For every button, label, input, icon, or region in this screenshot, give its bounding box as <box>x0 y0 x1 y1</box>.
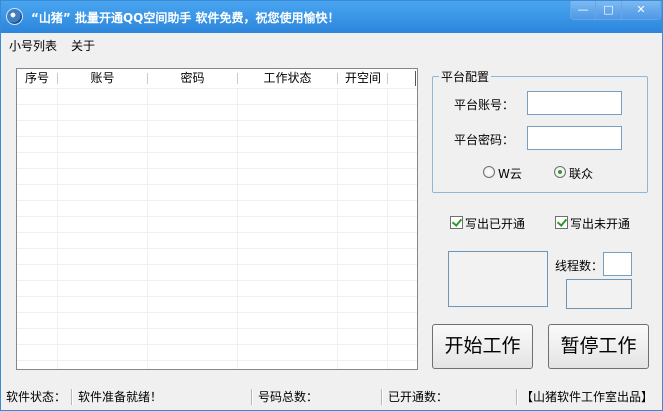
status-credit: 【山猪软件工作室出品】 <box>521 390 654 404</box>
write-unopened-label[interactable]: 写出未开通 <box>570 215 630 232</box>
status-state-value: 软件准备就绪！ <box>78 390 163 404</box>
threads-panel <box>566 279 632 309</box>
pause-work-button[interactable]: 暂停工作 <box>548 324 649 369</box>
title-bar[interactable]: “山猪” 批量开通QQ空间助手 软件免费，祝您使用愉快！ — □ ✕ <box>1 1 662 33</box>
threads-label: 线程数： <box>555 259 604 273</box>
menu-account-list[interactable]: 小号列表 <box>9 37 57 54</box>
platform-password-label: 平台密码： <box>454 133 515 147</box>
grid-line <box>237 88 238 369</box>
grid-line <box>147 88 148 369</box>
platform-password-input[interactable] <box>527 126 622 150</box>
minimize-button[interactable]: — <box>570 1 596 20</box>
write-opened-checkbox[interactable] <box>450 216 463 229</box>
status-total-label: 号码总数： <box>258 390 319 404</box>
status-divider <box>381 389 383 405</box>
table-body[interactable] <box>17 88 417 369</box>
radio-wyun[interactable] <box>483 166 495 178</box>
threads-input[interactable] <box>603 252 632 276</box>
grid-line <box>387 88 388 369</box>
write-unopened-checkbox[interactable] <box>555 216 568 229</box>
radio-lianzhong-label[interactable]: 联众 <box>569 165 593 182</box>
grid-line <box>57 88 58 369</box>
header-scroll-edge <box>415 71 416 86</box>
account-table[interactable]: 序号 账号 密码 工作状态 开空间 <box>16 68 418 370</box>
radio-wyun-label[interactable]: W云 <box>498 165 522 182</box>
app-logo-icon <box>6 8 23 25</box>
col-index[interactable]: 序号 <box>17 69 57 88</box>
close-button[interactable]: ✕ <box>621 1 661 20</box>
write-opened-label[interactable]: 写出已开通 <box>465 215 525 232</box>
maximize-button[interactable]: □ <box>595 1 622 20</box>
platform-account-input[interactable] <box>527 91 622 115</box>
info-panel <box>448 251 548 307</box>
menu-about[interactable]: 关于 <box>71 37 95 54</box>
status-state-label: 软件状态： <box>6 390 67 404</box>
col-status[interactable]: 工作状态 <box>238 69 337 88</box>
platform-config-title: 平台配置 <box>439 68 492 85</box>
col-account[interactable]: 账号 <box>58 69 147 88</box>
col-open-space[interactable]: 开空间 <box>338 69 388 88</box>
status-divider <box>71 389 73 405</box>
status-opened-label: 已开通数： <box>388 390 449 404</box>
col-password[interactable]: 密码 <box>148 69 237 88</box>
status-bar: 软件状态： 软件准备就绪！ 号码总数： 已开通数： 【山猪软件工作室出品】 <box>1 386 662 410</box>
radio-lianzhong[interactable] <box>554 166 566 178</box>
menu-bar: 小号列表 关于 <box>1 33 662 55</box>
col-divider[interactable] <box>387 73 388 84</box>
grid-line <box>337 88 338 369</box>
window-title: “山猪” 批量开通QQ空间助手 软件免费，祝您使用愉快！ <box>31 11 340 25</box>
app-window: “山猪” 批量开通QQ空间助手 软件免费，祝您使用愉快！ — □ ✕ 小号列表 … <box>0 0 663 411</box>
table-header: 序号 账号 密码 工作状态 开空间 <box>17 69 417 88</box>
status-divider <box>251 389 253 405</box>
start-work-button[interactable]: 开始工作 <box>432 324 533 369</box>
platform-account-label: 平台账号： <box>454 98 515 112</box>
status-divider <box>516 389 518 405</box>
